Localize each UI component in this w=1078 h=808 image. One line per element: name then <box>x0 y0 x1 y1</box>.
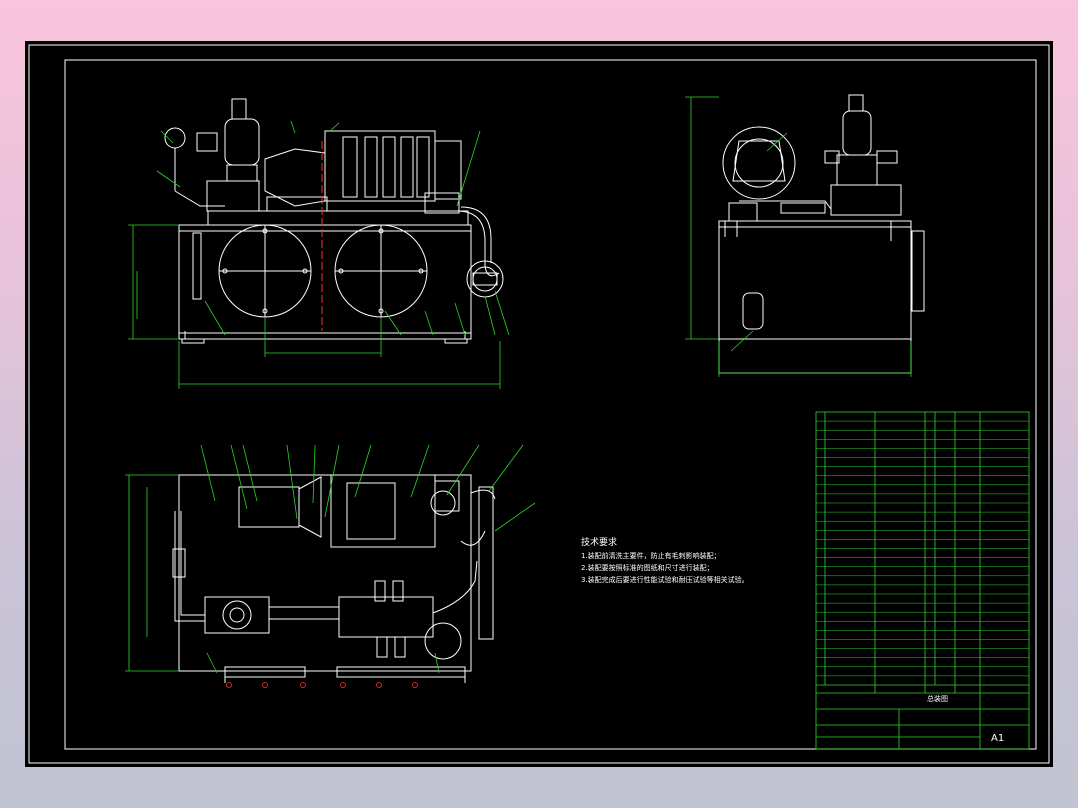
front-dimensions <box>128 120 510 389</box>
side-view <box>718 94 925 374</box>
outer-frame <box>28 44 1050 764</box>
assembly-name: 总装图 <box>927 694 948 703</box>
sheet-size: A1 <box>991 733 1004 744</box>
tech-req-item-2: 2.装配要按照标准的图纸和尺寸进行装配； <box>581 563 714 572</box>
top-red-markers <box>226 682 418 688</box>
bom-rows <box>816 420 1029 677</box>
title-block <box>815 411 1030 750</box>
tech-req-heading: 技术要求 <box>581 536 617 548</box>
tech-req-item-1: 1.装配前清洗主要件，防止有毛刺影响装配； <box>581 551 721 560</box>
top-dimensions <box>125 444 536 674</box>
tech-req-item-3: 3.装配完成后要进行性能试验和耐压试验等相关试验。 <box>581 575 749 584</box>
top-view <box>172 474 496 683</box>
front-view <box>164 98 504 344</box>
cad-drawing: 技术要求 1.装配前清洗主要件，防止有毛刺影响装配； 2.装配要按照标准的图纸和… <box>28 44 1050 764</box>
drawing-sheet: 技术要求 1.装配前清洗主要件，防止有毛刺影响装配； 2.装配要按照标准的图纸和… <box>25 41 1053 767</box>
